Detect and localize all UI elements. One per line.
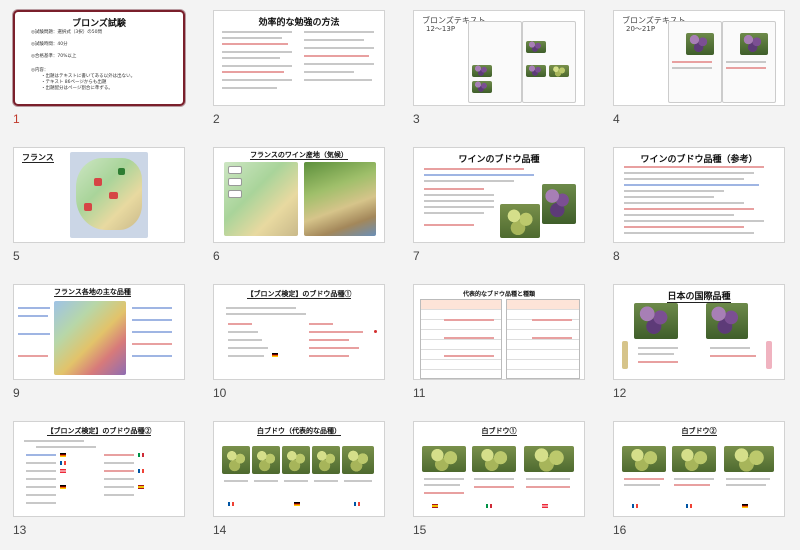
slide-subtitle: 12〜13P xyxy=(426,25,456,33)
slide-thumbnail-16[interactable]: 白ブドウ② 16 xyxy=(600,411,800,548)
slide-title: 【ブロンズ検定】のブドウ品種① xyxy=(246,289,352,299)
slide-number: 12 xyxy=(613,386,627,400)
slide-12-canvas[interactable]: 日本の国際品種 xyxy=(613,284,785,380)
slide-9-canvas[interactable]: フランス各地の主な品種 xyxy=(13,284,185,380)
slide-thumbnail-15[interactable]: 白ブドウ① 15 xyxy=(400,411,600,548)
slide-text: ◎試験問題：選択式（3択）の50問 xyxy=(31,30,103,35)
slide-number: 11 xyxy=(413,386,426,400)
slide-number: 14 xyxy=(213,523,227,537)
slide-number: 6 xyxy=(213,249,220,263)
slide-10-canvas[interactable]: 【ブロンズ検定】のブドウ品種① xyxy=(213,284,385,380)
slide-thumbnail-5[interactable]: フランス 5 xyxy=(0,137,200,274)
slide-title: 代表的なブドウ品種と種類 xyxy=(462,291,535,298)
slide-7-canvas[interactable]: ワインのブドウ品種 xyxy=(413,147,585,243)
slide-number: 4 xyxy=(613,112,620,126)
slide-title: 白ブドウ① xyxy=(481,426,517,436)
slide-1-canvas[interactable]: ブロンズ試験 ◎試験問題：選択式（3択）の50問 ◎試験時間：40分 ◎合格基準… xyxy=(13,10,185,106)
slide-thumbnail-8[interactable]: ワインのブドウ品種（参考） 8 xyxy=(600,137,800,274)
slide-text: ◎合格基準：70%以上 xyxy=(31,54,77,59)
slide-number: 8 xyxy=(613,249,620,263)
slide-5-canvas[interactable]: フランス xyxy=(13,147,185,243)
slide-thumbnail-10[interactable]: 【ブロンズ検定】のブドウ品種① 10 xyxy=(200,274,400,411)
slide-number: 2 xyxy=(213,112,220,126)
slide-title: ブロンズ試験 xyxy=(72,19,126,29)
slide-number: 7 xyxy=(413,249,420,263)
slide-14-canvas[interactable]: 白ブドウ（代表的な品種） xyxy=(213,421,385,517)
slide-thumbnail-6[interactable]: フランスのワイン産地（気候） 6 xyxy=(200,137,400,274)
slide-thumbnail-1[interactable]: ブロンズ試験 ◎試験問題：選択式（3択）の50問 ◎試験時間：40分 ◎合格基準… xyxy=(0,0,200,137)
slide-3-canvas[interactable]: ブロンズテキスト 12〜13P xyxy=(413,10,585,106)
slide-thumbnail-14[interactable]: 白ブドウ（代表的な品種） 14 xyxy=(200,411,400,548)
slide-thumbnail-13[interactable]: 【ブロンズ検定】のブドウ品種② 13 xyxy=(0,411,200,548)
slide-title: ワインのブドウ品種（参考） xyxy=(640,155,758,165)
slide-text: ・出題配分はページ割合に準ずる。 xyxy=(41,86,113,91)
slide-15-canvas[interactable]: 白ブドウ① xyxy=(413,421,585,517)
slide-title: 白ブドウ② xyxy=(681,426,717,436)
slide-subtitle: 20〜21P xyxy=(626,25,656,33)
slide-title: 日本の国際品種 xyxy=(667,292,731,303)
slide-number: 5 xyxy=(13,249,20,263)
slide-16-canvas[interactable]: 白ブドウ② xyxy=(613,421,785,517)
slide-number: 10 xyxy=(213,386,227,400)
slide-8-canvas[interactable]: ワインのブドウ品種（参考） xyxy=(613,147,785,243)
slide-title: 【ブロンズ検定】のブドウ品種② xyxy=(46,426,152,436)
slide-4-canvas[interactable]: ブロンズテキスト 20〜21P xyxy=(613,10,785,106)
slide-thumbnail-9[interactable]: フランス各地の主な品種 9 xyxy=(0,274,200,411)
slide-title: 効率的な勉強の方法 xyxy=(258,18,340,28)
slide-thumbnail-4[interactable]: ブロンズテキスト 20〜21P 4 xyxy=(600,0,800,137)
slide-sorter-grid: ブロンズ試験 ◎試験問題：選択式（3択）の50問 ◎試験時間：40分 ◎合格基準… xyxy=(0,0,800,550)
slide-title: フランスのワイン産地（気候） xyxy=(250,150,348,160)
slide-thumbnail-3[interactable]: ブロンズテキスト 12〜13P 3 xyxy=(400,0,600,137)
slide-number: 15 xyxy=(413,523,427,537)
slide-number: 9 xyxy=(13,386,20,400)
slide-thumbnail-7[interactable]: ワインのブドウ品種 7 xyxy=(400,137,600,274)
slide-number: 13 xyxy=(13,523,27,537)
slide-6-canvas[interactable]: フランスのワイン産地（気候） xyxy=(213,147,385,243)
slide-thumbnail-12[interactable]: 日本の国際品種 12 xyxy=(600,274,800,411)
slide-title: ワインのブドウ品種 xyxy=(458,155,540,165)
slide-2-canvas[interactable]: 効率的な勉強の方法 xyxy=(213,10,385,106)
slide-thumbnail-2[interactable]: 効率的な勉強の方法 2 xyxy=(200,0,400,137)
slide-title: 白ブドウ（代表的な品種） xyxy=(257,426,341,436)
slide-number: 3 xyxy=(413,112,420,126)
slide-number: 1 xyxy=(13,112,20,126)
slide-13-canvas[interactable]: 【ブロンズ検定】のブドウ品種② xyxy=(13,421,185,517)
slide-thumbnail-11[interactable]: 代表的なブドウ品種と種類 11 xyxy=(400,274,600,411)
slide-title: フランス各地の主な品種 xyxy=(54,287,131,297)
slide-text: ◎試験時間：40分 xyxy=(31,42,68,47)
slide-11-canvas[interactable]: 代表的なブドウ品種と種類 xyxy=(413,284,585,380)
slide-number: 16 xyxy=(613,523,627,537)
